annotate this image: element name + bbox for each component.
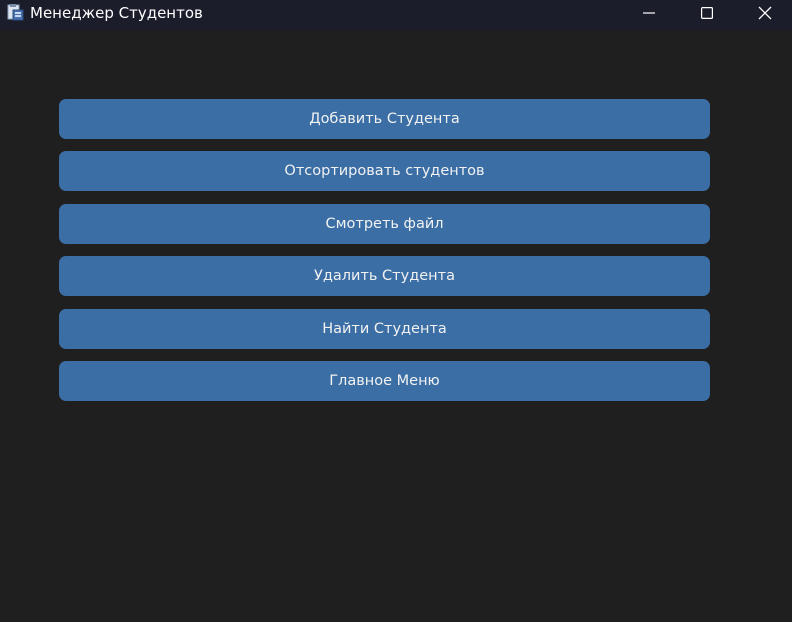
sort-students-button[interactable]: Отсортировать студентов xyxy=(59,151,710,191)
app-document-icon xyxy=(6,3,24,21)
maximize-button[interactable] xyxy=(678,0,736,26)
close-icon xyxy=(758,6,772,20)
add-student-button[interactable]: Добавить Студента xyxy=(59,99,710,139)
find-student-button[interactable]: Найти Студента xyxy=(59,309,710,349)
maximize-icon xyxy=(701,7,713,19)
minimize-icon xyxy=(643,7,655,19)
minimize-button[interactable] xyxy=(620,0,678,26)
close-button[interactable] xyxy=(736,0,792,26)
main-menu-panel: Добавить Студента Отсортировать студенто… xyxy=(0,30,792,622)
delete-student-button[interactable]: Удалить Студента xyxy=(59,256,710,296)
title-bar[interactable]: Менеджер Студентов xyxy=(0,0,792,30)
main-menu-button[interactable]: Главное Меню xyxy=(59,361,710,401)
view-file-button[interactable]: Смотреть файл xyxy=(59,204,710,244)
app-window: Менеджер Студентов Добавить Студента Отс… xyxy=(0,0,792,622)
window-title: Менеджер Студентов xyxy=(30,4,203,22)
